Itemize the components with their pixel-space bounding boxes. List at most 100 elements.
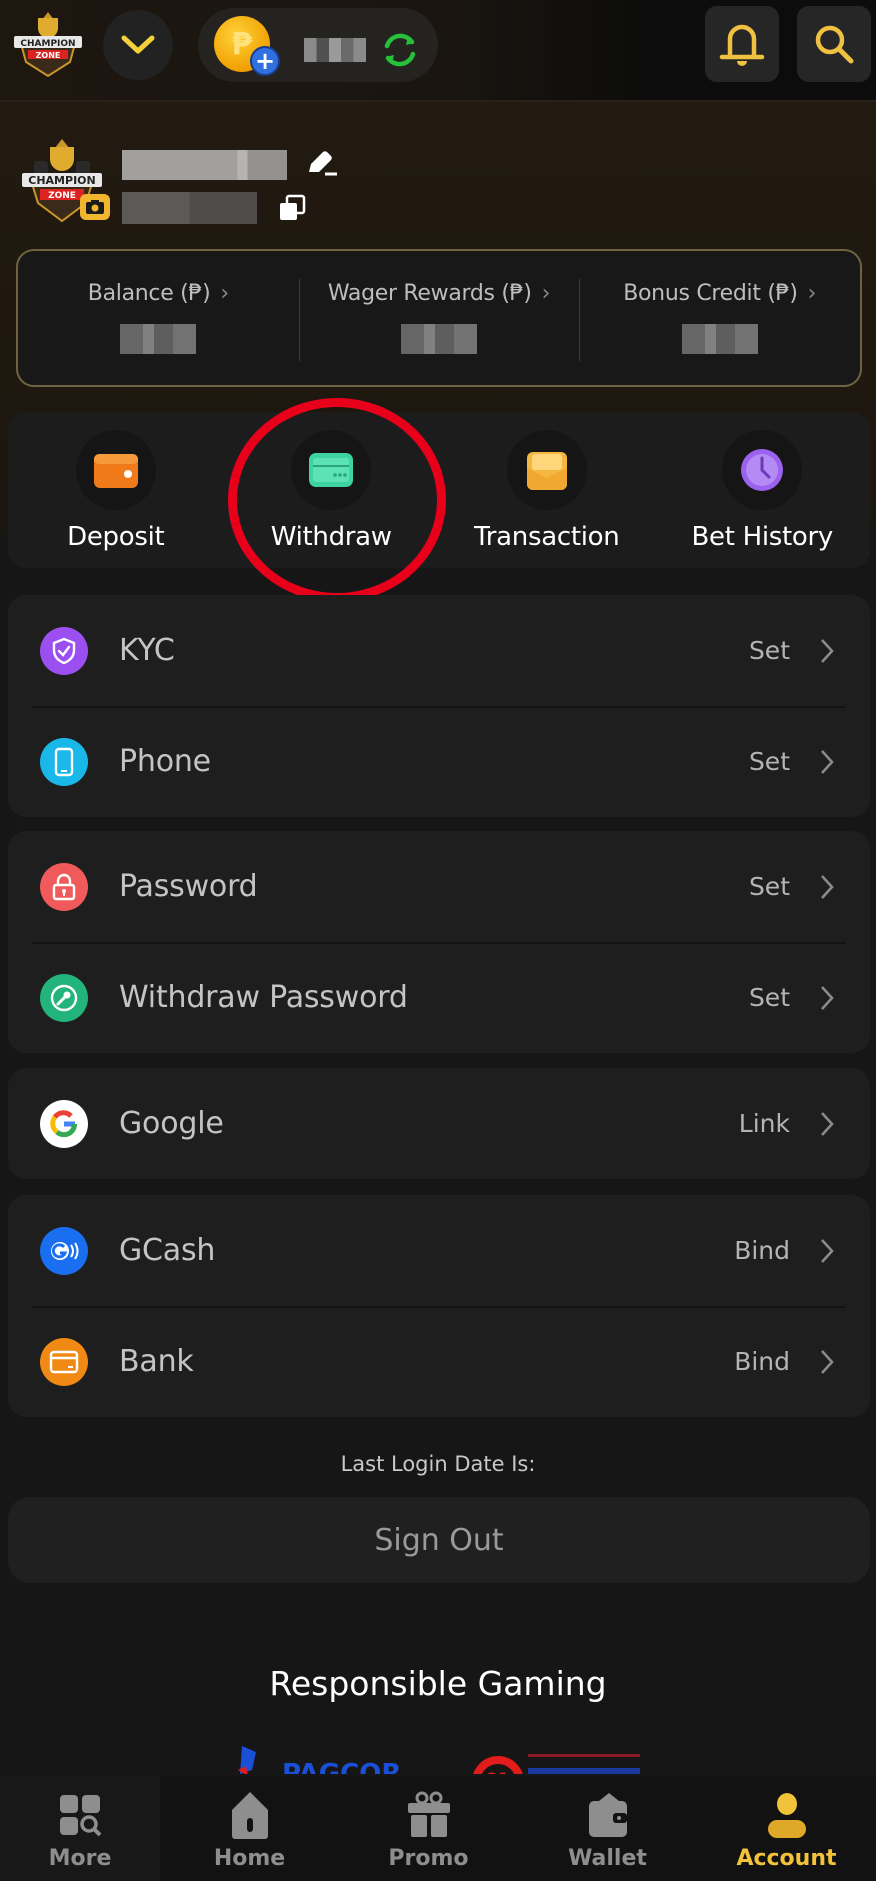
payment-methods-group: GCash Bind Bank Bind [8,1195,870,1417]
withdraw-password-label: Withdraw Password [119,980,408,1015]
nav-promo-label: Promo [388,1846,469,1871]
password-label: Password [119,869,258,904]
gift-icon [404,1790,454,1840]
google-row[interactable]: Google Link [8,1068,870,1179]
user-id-redacted [122,192,257,224]
balance-item[interactable]: Balance (₱) › [18,251,299,385]
chevron-right-icon [821,874,834,899]
copy-icon[interactable] [278,194,306,222]
wallet-icon [583,1790,633,1840]
chevron-right-icon: › [220,281,229,306]
nav-home-label: Home [213,1846,286,1871]
search-icon [815,25,854,64]
social-link-group: Google Link [8,1068,870,1179]
svg-text:ZONE: ZONE [48,191,76,201]
google-status: Link [738,1109,790,1138]
responsible-gaming-title: Responsible Gaming [269,1664,607,1703]
kyc-status: Set [748,636,790,665]
age-21-logo[interactable]: 21 [470,1744,650,1774]
nav-promo[interactable]: Promo [339,1776,518,1881]
quick-actions: Deposit Withdraw Transaction Bet History [8,412,870,568]
username-redacted [122,150,287,180]
transaction-label: Transaction [474,522,620,552]
search-button[interactable] [797,6,871,82]
edit-icon[interactable] [305,148,339,178]
clock-icon [722,430,803,510]
google-icon [40,1099,88,1148]
bank-label: Bank [119,1344,194,1379]
bell-icon [719,24,765,66]
bet-history-button[interactable]: Bet History [655,412,871,568]
gcash-status: Bind [734,1236,790,1265]
key-icon [40,973,88,1022]
chevron-right-icon [821,638,834,663]
phone-icon [40,737,88,786]
camera-icon [86,200,104,214]
nav-more[interactable]: More [0,1776,160,1881]
chevron-right-icon [821,1111,834,1136]
balance-card: Balance (₱) › Wager Rewards (₱) › Bonus Cr… [16,249,862,387]
chevron-right-icon [821,1349,834,1374]
verification-group: KYC Set Phone Set [8,595,870,817]
nav-account[interactable]: Account [697,1776,876,1881]
chevron-right-icon [821,1238,834,1263]
add-funds-icon[interactable]: + [250,46,280,76]
google-label: Google [119,1106,224,1141]
card-icon [291,430,372,510]
chevron-right-icon: › [541,281,551,306]
kyc-row[interactable]: KYC Set [8,595,870,706]
wager-rewards-item[interactable]: Wager Rewards (₱) › [298,251,580,385]
bank-row[interactable]: Bank Bind [8,1306,870,1417]
top-bar: CHAMPION ZONE ₱ + [0,0,876,102]
nav-wallet-label: Wallet [568,1846,647,1871]
transaction-button[interactable]: Transaction [439,412,655,568]
header-balance-amount [304,38,366,62]
withdraw-button[interactable]: Withdraw [224,412,440,568]
nav-account-label: Account [736,1846,837,1871]
account-switch-dropdown[interactable] [103,10,173,80]
home-icon [225,1790,275,1840]
pagcor-logo[interactable]: PAGCOR [236,1744,406,1774]
notifications-button[interactable] [705,6,779,82]
gcash-label: GCash [119,1233,216,1268]
lock-icon [40,862,88,911]
security-group: Password Set Withdraw Password Set [8,831,870,1053]
withdraw-password-row[interactable]: Withdraw Password Set [8,942,870,1053]
nav-more-label: More [48,1846,112,1871]
refresh-icon[interactable] [378,28,422,72]
wager-rewards-label-text: Wager Rewards (₱) [327,281,532,306]
phone-status: Set [748,747,790,776]
sign-out-button[interactable]: Sign Out [8,1497,870,1583]
svg-text:ZONE: ZONE [36,51,61,60]
balance-label: Balance (₱) › [88,281,229,306]
account-icon [762,1790,812,1840]
change-avatar-button[interactable] [80,194,110,220]
balance-label-text: Balance (₱) [87,281,211,306]
chevron-right-icon [821,985,834,1010]
bottom-navigation: More Home Promo Wallet Account [0,1776,876,1881]
password-row[interactable]: Password Set [8,831,870,942]
nav-wallet[interactable]: Wallet [518,1776,697,1881]
bonus-credit-label-text: Bonus Credit (₱) [623,281,798,306]
chevron-right-icon: › [807,281,817,306]
bonus-credit-value-redacted [681,324,758,354]
phone-row[interactable]: Phone Set [8,706,870,817]
withdraw-password-status: Set [748,983,790,1012]
last-login-label: Last Login Date Is: [340,1452,536,1476]
deposit-button[interactable]: Deposit [8,412,224,568]
phone-label: Phone [119,744,211,779]
gcash-row[interactable]: GCash Bind [8,1195,870,1306]
balance-value-redacted [120,324,197,354]
svg-text:21: 21 [487,1769,509,1774]
bonus-credit-item[interactable]: Bonus Credit (₱) › [579,251,860,385]
wallet-balance-pill[interactable]: ₱ + [198,8,438,82]
deposit-label: Deposit [67,522,165,552]
svg-text:CHAMPION: CHAMPION [20,39,75,49]
folder-icon [506,430,587,510]
pagcor-logo-text: PAGCOR [282,1759,401,1774]
champion-zone-logo[interactable]: CHAMPION ZONE [10,10,86,78]
nav-home[interactable]: Home [160,1776,339,1881]
wager-rewards-label: Wager Rewards (₱) › [327,281,551,306]
gcash-icon [40,1226,88,1275]
more-grid-icon [55,1790,105,1840]
